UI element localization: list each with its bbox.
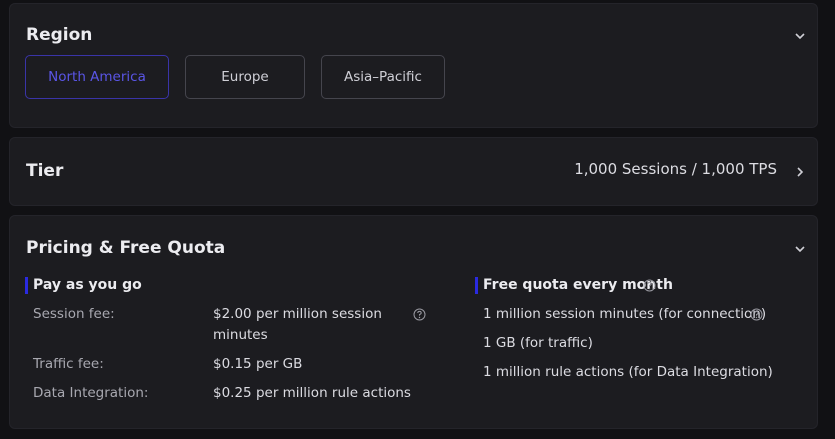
- region-option-europe[interactable]: Europe: [185, 55, 305, 99]
- chevron-down-icon[interactable]: [793, 242, 807, 256]
- pricing-title: Pricing & Free Quota: [26, 238, 226, 258]
- tier-value: 1,000 Sessions / 1,000 TPS: [574, 160, 777, 178]
- chevron-down-icon[interactable]: [793, 29, 807, 43]
- free-quota-item: 1 million rule actions (for Data Integra…: [483, 364, 773, 380]
- free-quota-item: 1 million session minutes (for connectio…: [483, 306, 767, 322]
- region-option-asia-pacific[interactable]: Asia–Pacific: [321, 55, 445, 99]
- chevron-right-icon[interactable]: [793, 165, 807, 179]
- help-icon[interactable]: [643, 279, 656, 292]
- traffic-fee-value: $0.15 per GB: [213, 356, 303, 372]
- help-icon[interactable]: [413, 308, 426, 321]
- data-integration-value: $0.25 per million rule actions: [213, 385, 411, 401]
- session-fee-value-line2: minutes: [213, 327, 268, 343]
- free-quota-item: 1 GB (for traffic): [483, 335, 593, 351]
- payg-heading: Pay as you go: [25, 277, 142, 294]
- region-card: Region North America Europe Asia–Pacific: [9, 3, 818, 128]
- region-option-north-america[interactable]: North America: [25, 55, 169, 99]
- traffic-fee-label: Traffic fee:: [33, 356, 104, 372]
- data-integration-label: Data Integration:: [33, 385, 149, 401]
- session-fee-value-line1: $2.00 per million session: [213, 306, 382, 322]
- help-icon[interactable]: [750, 308, 763, 321]
- pricing-card: Pricing & Free Quota Pay as you go Sessi…: [9, 215, 818, 429]
- session-fee-label: Session fee:: [33, 306, 115, 322]
- tier-card[interactable]: Tier 1,000 Sessions / 1,000 TPS: [9, 137, 818, 206]
- tier-title: Tier: [26, 161, 64, 181]
- region-title: Region: [26, 25, 93, 45]
